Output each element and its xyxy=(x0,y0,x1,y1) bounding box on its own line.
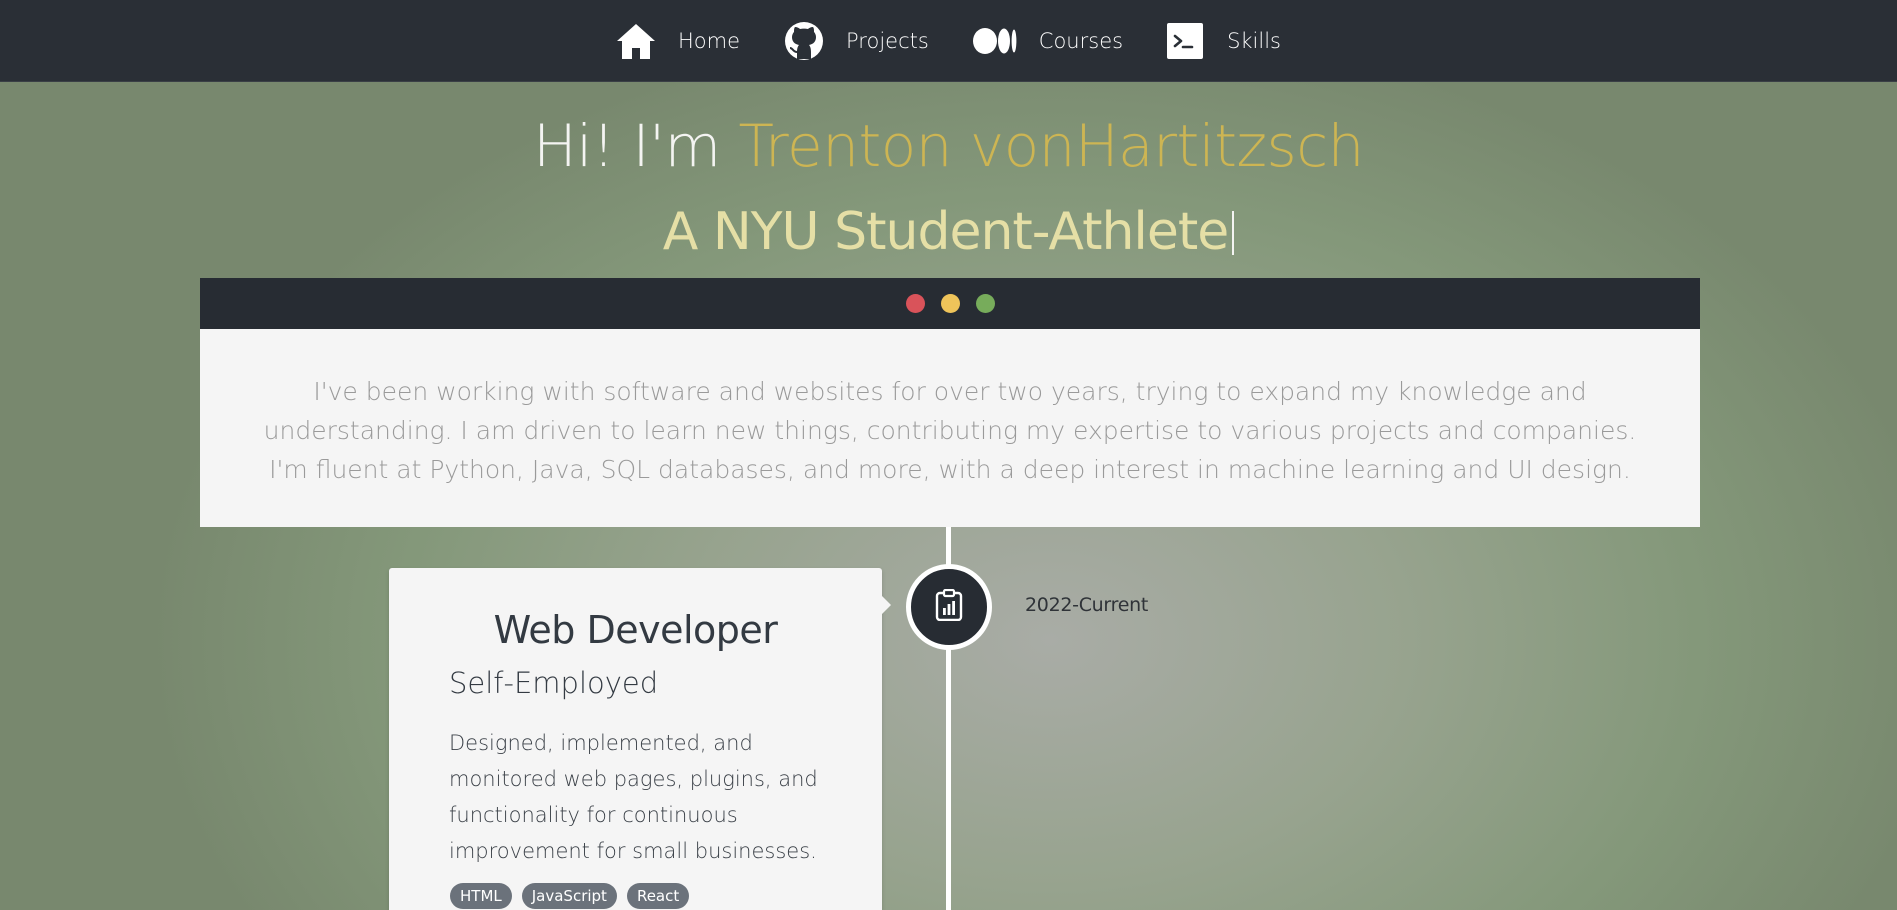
top-nav: Home Projects Courses Skills xyxy=(0,0,1897,82)
medium-icon xyxy=(972,27,1017,55)
about-paragraph-2: I'm fluent at Python, Java, SQL database… xyxy=(269,455,1631,484)
skill-tag: JavaScript xyxy=(521,883,617,909)
tagline-text: A NYU Student-Athlete xyxy=(662,202,1229,262)
nav-item-home[interactable]: Home xyxy=(616,21,740,61)
job-title: Web Developer xyxy=(493,608,778,652)
yellow-dot-icon xyxy=(940,294,960,313)
timeline-card: Web Developer Self-Employed Designed, im… xyxy=(389,568,891,910)
skill-tag: React xyxy=(626,883,690,909)
job-company: Self-Employed xyxy=(449,666,659,700)
nav-item-label: Skills xyxy=(1227,28,1281,53)
terminal-icon xyxy=(1167,22,1204,59)
green-dot-icon xyxy=(975,294,995,313)
nav-item-courses[interactable]: Courses xyxy=(972,27,1124,55)
nav-item-skills[interactable]: Skills xyxy=(1167,22,1281,59)
skill-tags: HTML JavaScript React xyxy=(450,883,699,909)
timeline-node xyxy=(906,564,992,650)
terminal-titlebar xyxy=(200,278,1700,329)
home-icon xyxy=(616,21,656,61)
hero-name: Trenton vonHartitzsch xyxy=(738,112,1365,180)
job-description: Designed, implemented, and monitored web… xyxy=(449,731,818,863)
greeting-text: Hi! I'm xyxy=(533,112,721,180)
about-paragraph-1: I've been working with software and webs… xyxy=(263,377,1637,445)
skill-tag: HTML xyxy=(450,883,512,909)
about-terminal-body: I've been working with software and webs… xyxy=(200,329,1700,527)
hero-greeting: Hi! I'm Trenton vonHartitzsch xyxy=(0,112,1897,180)
nav-item-label: Home xyxy=(677,28,740,53)
typing-cursor xyxy=(1232,211,1235,255)
red-dot-icon xyxy=(905,294,925,313)
github-icon xyxy=(784,21,824,61)
clipboard-chart-icon xyxy=(935,588,963,625)
hero-tagline: A NYU Student-Athlete xyxy=(0,202,1897,262)
nav-item-label: Courses xyxy=(1038,28,1124,53)
nav-item-projects[interactable]: Projects xyxy=(784,21,929,61)
nav-item-label: Projects xyxy=(846,28,929,53)
timeline-date: 2022-Current xyxy=(1025,594,1148,616)
